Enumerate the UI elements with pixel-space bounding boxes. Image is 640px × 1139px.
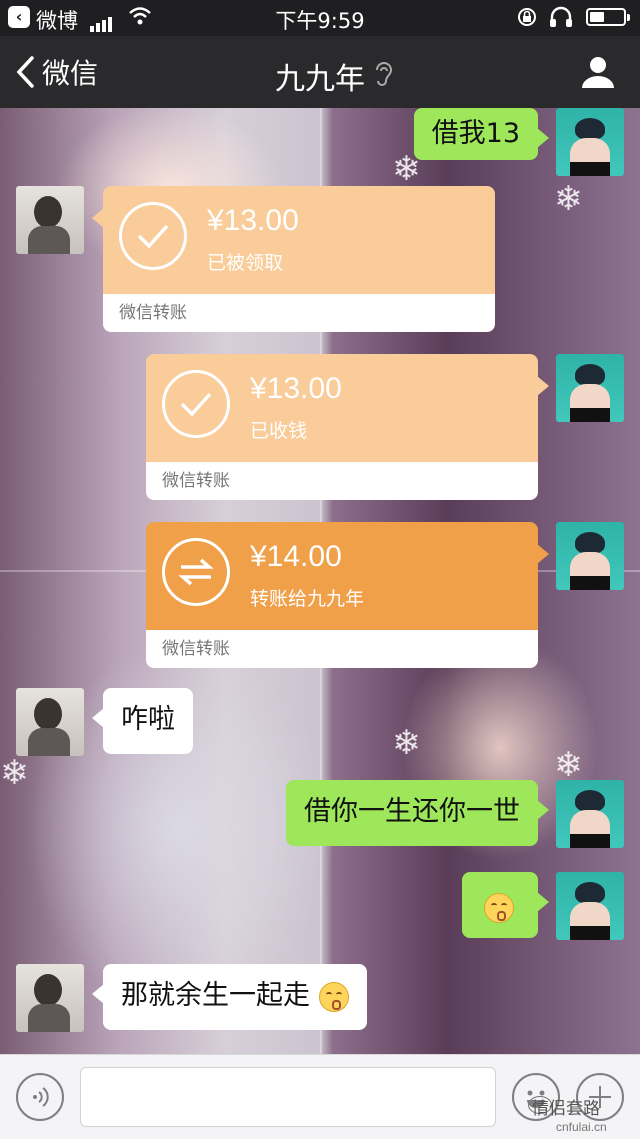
message-bubble-self[interactable]: 借我13 — [413, 108, 550, 160]
message-bubble-self[interactable] — [462, 872, 549, 938]
chat-title: 九九年 — [275, 62, 365, 97]
transfer-status: 转账给九九年 — [250, 588, 365, 610]
transfer-card[interactable]: ¥13.00 已被领取 微信转账 — [92, 186, 495, 332]
message-bubble-contact[interactable]: 那就余生一起走 — [92, 964, 367, 1030]
battery-level-fill — [590, 12, 605, 22]
chat-message-list[interactable]: ❄ ❄ ❄ ❄ ❄ 借我13 ¥13.00 已被领取 微信转账 ¥13.00 已… — [0, 108, 640, 1054]
transfer-footer: 微信转账 — [103, 294, 495, 332]
avatar-contact[interactable] — [16, 964, 84, 1032]
checkmark-circle-icon — [162, 370, 230, 438]
snowflake-icon: ❄ — [0, 753, 29, 793]
status-bar: ‹ 微博 下午9:59 — [0, 0, 640, 36]
transfer-amount: ¥14.00 — [250, 540, 342, 573]
rotation-lock-icon — [518, 8, 536, 26]
kissing-face-emoji-icon — [318, 981, 349, 1012]
chat-header: 微信 九九年 — [0, 36, 640, 108]
message-input[interactable] — [80, 1067, 496, 1127]
transfer-footer: 微信转账 — [146, 462, 538, 500]
transfer-card[interactable]: ¥14.00 转账给九九年 微信转账 — [146, 522, 549, 668]
message-bubble-self[interactable]: 借你一生还你一世 — [286, 780, 549, 846]
battery-icon — [586, 8, 630, 26]
watermark-site: cnfulai.cn — [556, 1120, 607, 1134]
snowflake-icon: ❄ — [554, 179, 583, 219]
status-time: 下午9:59 — [275, 9, 365, 33]
message-text: 那就余生一起走 — [121, 980, 310, 1011]
kissing-face-emoji-icon — [484, 892, 514, 923]
transfer-amount: ¥13.00 — [250, 372, 342, 405]
transfer-arrows-icon — [162, 538, 230, 606]
chat-info-person-icon[interactable] — [578, 54, 618, 90]
voice-input-button[interactable] — [16, 1073, 64, 1121]
transfer-footer: 微信转账 — [146, 630, 538, 668]
avatar-self[interactable] — [556, 522, 624, 590]
avatar-contact[interactable] — [16, 186, 84, 254]
transfer-status: 已被领取 — [207, 252, 284, 274]
snowflake-icon: ❄ — [392, 723, 421, 763]
avatar-contact[interactable] — [16, 688, 84, 756]
avatar-self[interactable] — [556, 780, 624, 848]
avatar-self[interactable] — [556, 354, 624, 422]
avatar-self[interactable] — [556, 108, 624, 176]
earpiece-mode-icon — [376, 62, 393, 86]
transfer-status: 已收钱 — [250, 420, 308, 442]
transfer-card[interactable]: ¥13.00 已收钱 微信转账 — [146, 354, 549, 500]
checkmark-circle-icon — [119, 202, 187, 270]
message-bubble-contact[interactable]: 咋啦 — [92, 688, 193, 754]
avatar-self[interactable] — [556, 872, 624, 940]
voice-wave-icon — [33, 1087, 49, 1107]
watermark-label: 情侣套路 — [532, 1099, 600, 1119]
transfer-amount: ¥13.00 — [207, 204, 299, 237]
snowflake-icon: ❄ — [554, 745, 583, 785]
headphones-icon — [550, 6, 572, 27]
